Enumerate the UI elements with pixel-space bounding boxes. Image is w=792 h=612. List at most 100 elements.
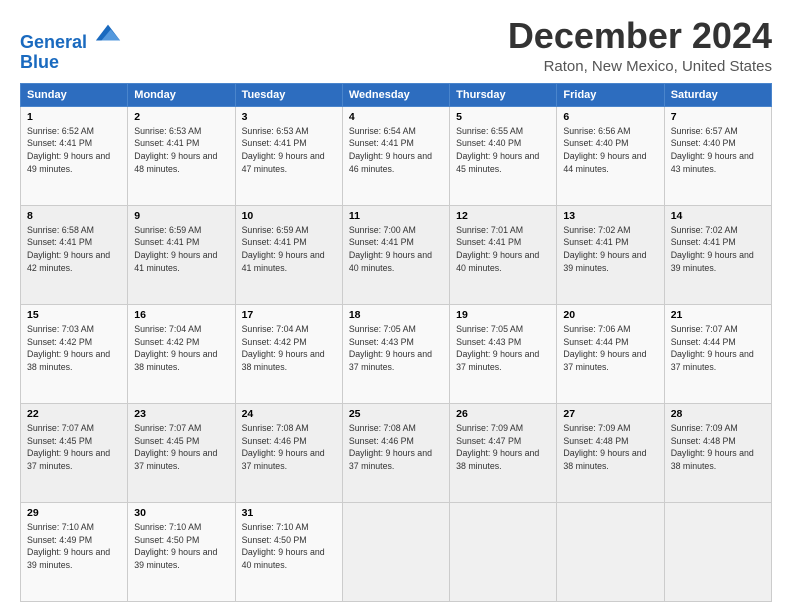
day-number: 15: [27, 309, 121, 321]
day-number: 3: [242, 111, 336, 123]
main-title: December 2024: [508, 16, 772, 56]
day-info: Sunrise: 7:04 AMSunset: 4:42 PMDaylight:…: [134, 324, 217, 372]
day-info: Sunrise: 7:02 AMSunset: 4:41 PMDaylight:…: [563, 225, 646, 273]
col-thursday: Thursday: [450, 83, 557, 106]
day-info: Sunrise: 7:10 AMSunset: 4:50 PMDaylight:…: [242, 522, 325, 570]
page: General Blue December 2024 Raton, New Me…: [0, 0, 792, 612]
day-cell: 15 Sunrise: 7:03 AMSunset: 4:42 PMDaylig…: [21, 304, 128, 403]
week-row-0: 1 Sunrise: 6:52 AMSunset: 4:41 PMDayligh…: [21, 106, 772, 205]
day-number: 23: [134, 408, 228, 420]
day-info: Sunrise: 7:05 AMSunset: 4:43 PMDaylight:…: [349, 324, 432, 372]
header-row: Sunday Monday Tuesday Wednesday Thursday…: [21, 83, 772, 106]
day-cell: 13 Sunrise: 7:02 AMSunset: 4:41 PMDaylig…: [557, 205, 664, 304]
day-cell: 3 Sunrise: 6:53 AMSunset: 4:41 PMDayligh…: [235, 106, 342, 205]
day-info: Sunrise: 7:07 AMSunset: 4:45 PMDaylight:…: [134, 423, 217, 471]
day-number: 11: [349, 210, 443, 222]
day-number: 31: [242, 507, 336, 519]
day-info: Sunrise: 7:10 AMSunset: 4:49 PMDaylight:…: [27, 522, 110, 570]
header: General Blue December 2024 Raton, New Me…: [20, 16, 772, 75]
day-cell: 28 Sunrise: 7:09 AMSunset: 4:48 PMDaylig…: [664, 403, 771, 502]
day-cell: 20 Sunrise: 7:06 AMSunset: 4:44 PMDaylig…: [557, 304, 664, 403]
day-info: Sunrise: 7:09 AMSunset: 4:48 PMDaylight:…: [671, 423, 754, 471]
col-friday: Friday: [557, 83, 664, 106]
day-info: Sunrise: 7:07 AMSunset: 4:44 PMDaylight:…: [671, 324, 754, 372]
col-sunday: Sunday: [21, 83, 128, 106]
day-cell: 4 Sunrise: 6:54 AMSunset: 4:41 PMDayligh…: [342, 106, 449, 205]
week-row-4: 29 Sunrise: 7:10 AMSunset: 4:49 PMDaylig…: [21, 502, 772, 601]
day-number: 17: [242, 309, 336, 321]
day-info: Sunrise: 7:05 AMSunset: 4:43 PMDaylight:…: [456, 324, 539, 372]
day-number: 14: [671, 210, 765, 222]
logo-blue: Blue: [20, 53, 122, 73]
calendar-table: Sunday Monday Tuesday Wednesday Thursday…: [20, 83, 772, 602]
day-number: 13: [563, 210, 657, 222]
day-cell: 26 Sunrise: 7:09 AMSunset: 4:47 PMDaylig…: [450, 403, 557, 502]
subtitle: Raton, New Mexico, United States: [508, 58, 772, 75]
day-cell: 9 Sunrise: 6:59 AMSunset: 4:41 PMDayligh…: [128, 205, 235, 304]
day-info: Sunrise: 7:08 AMSunset: 4:46 PMDaylight:…: [349, 423, 432, 471]
week-row-2: 15 Sunrise: 7:03 AMSunset: 4:42 PMDaylig…: [21, 304, 772, 403]
day-cell: 21 Sunrise: 7:07 AMSunset: 4:44 PMDaylig…: [664, 304, 771, 403]
day-info: Sunrise: 7:07 AMSunset: 4:45 PMDaylight:…: [27, 423, 110, 471]
logo-icon: [94, 20, 122, 48]
col-tuesday: Tuesday: [235, 83, 342, 106]
logo-text: General: [20, 20, 122, 53]
day-cell: [664, 502, 771, 601]
day-cell: 23 Sunrise: 7:07 AMSunset: 4:45 PMDaylig…: [128, 403, 235, 502]
week-row-1: 8 Sunrise: 6:58 AMSunset: 4:41 PMDayligh…: [21, 205, 772, 304]
day-cell: 14 Sunrise: 7:02 AMSunset: 4:41 PMDaylig…: [664, 205, 771, 304]
day-cell: 7 Sunrise: 6:57 AMSunset: 4:40 PMDayligh…: [664, 106, 771, 205]
day-cell: 10 Sunrise: 6:59 AMSunset: 4:41 PMDaylig…: [235, 205, 342, 304]
day-number: 24: [242, 408, 336, 420]
day-info: Sunrise: 6:57 AMSunset: 4:40 PMDaylight:…: [671, 126, 754, 174]
day-number: 18: [349, 309, 443, 321]
day-cell: 25 Sunrise: 7:08 AMSunset: 4:46 PMDaylig…: [342, 403, 449, 502]
day-number: 10: [242, 210, 336, 222]
day-number: 27: [563, 408, 657, 420]
day-info: Sunrise: 6:52 AMSunset: 4:41 PMDaylight:…: [27, 126, 110, 174]
day-cell: 24 Sunrise: 7:08 AMSunset: 4:46 PMDaylig…: [235, 403, 342, 502]
day-info: Sunrise: 6:58 AMSunset: 4:41 PMDaylight:…: [27, 225, 110, 273]
day-cell: 5 Sunrise: 6:55 AMSunset: 4:40 PMDayligh…: [450, 106, 557, 205]
col-wednesday: Wednesday: [342, 83, 449, 106]
day-number: 28: [671, 408, 765, 420]
calendar-body: 1 Sunrise: 6:52 AMSunset: 4:41 PMDayligh…: [21, 106, 772, 601]
logo: General Blue: [20, 20, 122, 73]
day-cell: 1 Sunrise: 6:52 AMSunset: 4:41 PMDayligh…: [21, 106, 128, 205]
day-cell: 19 Sunrise: 7:05 AMSunset: 4:43 PMDaylig…: [450, 304, 557, 403]
day-info: Sunrise: 7:09 AMSunset: 4:48 PMDaylight:…: [563, 423, 646, 471]
day-info: Sunrise: 7:02 AMSunset: 4:41 PMDaylight:…: [671, 225, 754, 273]
day-info: Sunrise: 7:00 AMSunset: 4:41 PMDaylight:…: [349, 225, 432, 273]
title-block: December 2024 Raton, New Mexico, United …: [508, 16, 772, 75]
day-info: Sunrise: 7:04 AMSunset: 4:42 PMDaylight:…: [242, 324, 325, 372]
day-cell: 18 Sunrise: 7:05 AMSunset: 4:43 PMDaylig…: [342, 304, 449, 403]
day-cell: 12 Sunrise: 7:01 AMSunset: 4:41 PMDaylig…: [450, 205, 557, 304]
day-number: 4: [349, 111, 443, 123]
day-number: 16: [134, 309, 228, 321]
day-info: Sunrise: 6:53 AMSunset: 4:41 PMDaylight:…: [134, 126, 217, 174]
day-number: 30: [134, 507, 228, 519]
col-monday: Monday: [128, 83, 235, 106]
day-cell: 31 Sunrise: 7:10 AMSunset: 4:50 PMDaylig…: [235, 502, 342, 601]
day-info: Sunrise: 7:03 AMSunset: 4:42 PMDaylight:…: [27, 324, 110, 372]
day-number: 19: [456, 309, 550, 321]
day-info: Sunrise: 6:54 AMSunset: 4:41 PMDaylight:…: [349, 126, 432, 174]
day-number: 1: [27, 111, 121, 123]
day-number: 26: [456, 408, 550, 420]
week-row-3: 22 Sunrise: 7:07 AMSunset: 4:45 PMDaylig…: [21, 403, 772, 502]
day-info: Sunrise: 6:56 AMSunset: 4:40 PMDaylight:…: [563, 126, 646, 174]
day-info: Sunrise: 6:59 AMSunset: 4:41 PMDaylight:…: [134, 225, 217, 273]
day-number: 2: [134, 111, 228, 123]
day-number: 5: [456, 111, 550, 123]
day-info: Sunrise: 7:08 AMSunset: 4:46 PMDaylight:…: [242, 423, 325, 471]
day-cell: 17 Sunrise: 7:04 AMSunset: 4:42 PMDaylig…: [235, 304, 342, 403]
day-info: Sunrise: 7:01 AMSunset: 4:41 PMDaylight:…: [456, 225, 539, 273]
day-number: 9: [134, 210, 228, 222]
day-cell: 2 Sunrise: 6:53 AMSunset: 4:41 PMDayligh…: [128, 106, 235, 205]
day-cell: 6 Sunrise: 6:56 AMSunset: 4:40 PMDayligh…: [557, 106, 664, 205]
day-info: Sunrise: 7:09 AMSunset: 4:47 PMDaylight:…: [456, 423, 539, 471]
day-info: Sunrise: 6:53 AMSunset: 4:41 PMDaylight:…: [242, 126, 325, 174]
day-number: 21: [671, 309, 765, 321]
day-number: 7: [671, 111, 765, 123]
day-number: 29: [27, 507, 121, 519]
